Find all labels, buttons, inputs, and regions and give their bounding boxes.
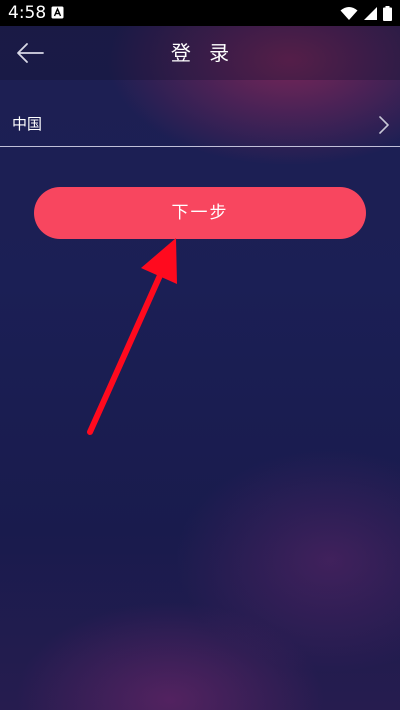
page-title: 登 录 (170, 41, 236, 65)
title-bar: 登 录 (0, 26, 400, 80)
signal-icon (364, 6, 377, 20)
a-notification-icon (51, 6, 64, 19)
country-label: 中国 (12, 115, 43, 133)
chevron-right-icon (379, 116, 389, 134)
country-selector[interactable]: 中国 (0, 100, 400, 147)
next-step-button[interactable]: 下一步 (34, 187, 366, 239)
status-time: 4:58 (8, 3, 47, 23)
wifi-icon (340, 6, 358, 20)
status-icons (340, 5, 392, 21)
battery-icon (383, 5, 392, 21)
status-bar: 4:58 (0, 0, 400, 26)
